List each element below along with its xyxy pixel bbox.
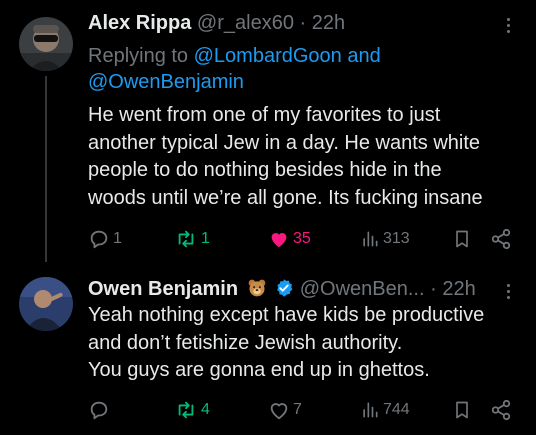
views-count: 744 [383, 401, 410, 418]
tweet-header: Alex Rippa @r_alex60 · 22h [88, 10, 496, 36]
views-icon [363, 231, 378, 247]
tweet-line: You guys are gonna end up in ghettos. [88, 359, 430, 381]
like-count: 35 [293, 230, 311, 247]
tweet-line: people to do nothing besides hide in the [88, 159, 442, 181]
reply-button[interactable] [88, 398, 113, 422]
tweet-text: Yeah nothing except have kids be product… [88, 302, 524, 385]
repost-icon [178, 230, 194, 248]
avatar[interactable] [19, 277, 73, 331]
author-name[interactable]: Owen Benjamin [88, 278, 238, 300]
like-icon [270, 403, 288, 420]
tweet-line: another typical Jew in a day. He wants w… [88, 131, 481, 154]
avatar[interactable] [19, 17, 73, 71]
author-handle[interactable]: @r_alex60 [197, 12, 294, 34]
repost-icon [178, 401, 194, 419]
author-handle[interactable]: @OwenBen... [300, 278, 425, 300]
repost-count: 1 [201, 230, 210, 247]
views-button[interactable]: 313 [360, 227, 410, 251]
tweet-line: Yeah nothing except have kids be product… [88, 304, 485, 326]
views-icon [363, 402, 378, 418]
like-icon [271, 233, 287, 248]
bookmark-icon[interactable] [452, 398, 472, 422]
reply-joiner: and [347, 45, 381, 67]
tweet-owen-benjamin[interactable]: Owen Benjamin @OwenBen... · 22h Yeah not… [0, 262, 536, 435]
tweet-alex-rippa[interactable]: Alex Rippa @r_alex60 · 22h Replying to @… [0, 0, 536, 262]
reply-count: 1 [113, 230, 122, 247]
tweet-line: He went from one of my favorites to just [88, 104, 441, 126]
views-count: 313 [383, 230, 410, 247]
timestamp[interactable]: 22h [442, 278, 475, 300]
separator: · [430, 278, 437, 300]
timestamp[interactable]: 22h [312, 12, 345, 34]
reply-button[interactable]: 1 [88, 227, 122, 251]
tweet-line: and don’t fetishize Jewish authority. [88, 331, 403, 354]
more-icon[interactable] [498, 279, 518, 303]
reply-prefix: Replying to [88, 45, 189, 67]
reply-icon [90, 230, 108, 249]
views-button[interactable]: 744 [360, 398, 410, 422]
repost-button[interactable]: 4 [174, 398, 210, 422]
tweet-text: He went from one of my favorites to just… [88, 102, 524, 212]
action-bar: 1 1 35 313 [88, 227, 516, 251]
reply-icon [90, 401, 108, 420]
like-count: 7 [293, 401, 302, 418]
repost-button[interactable]: 1 [174, 227, 210, 251]
tweet-line: woods until we’re all gone. Its fucking … [88, 186, 483, 209]
author-name[interactable]: Alex Rippa [88, 12, 191, 34]
replying-to: Replying to @LombardGoon and @OwenBenjam… [88, 43, 508, 95]
bookmark-icon[interactable] [452, 227, 472, 251]
repost-count: 4 [201, 401, 210, 418]
share-icon[interactable] [490, 227, 512, 251]
separator: · [299, 12, 307, 34]
more-icon[interactable] [498, 13, 518, 37]
like-button[interactable]: 7 [268, 398, 302, 422]
action-bar: 4 7 744 [88, 398, 516, 422]
reply-user-link[interactable]: @OwenBenjamin [88, 71, 244, 93]
share-icon[interactable] [490, 398, 512, 422]
thread-line [45, 76, 47, 262]
verified-badge-icon[interactable] [274, 278, 294, 298]
bear-emoji-icon [248, 279, 265, 297]
tweet-header: Owen Benjamin @OwenBen... · 22h [88, 276, 496, 302]
like-button[interactable]: 35 [268, 227, 311, 251]
reply-user-link[interactable]: @LombardGoon [194, 45, 342, 67]
